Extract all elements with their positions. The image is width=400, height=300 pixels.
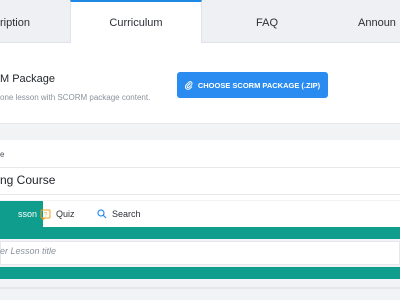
tab-lesson[interactable]: sson (0, 201, 43, 227)
tab-search[interactable]: Search (97, 201, 141, 227)
course-name-value: ng Course (0, 173, 56, 187)
tab-announcements[interactable]: Announ (358, 0, 396, 42)
quiz-icon: ? (40, 209, 51, 220)
paperclip-icon (184, 80, 193, 90)
tab-search-label: Search (112, 209, 141, 219)
tab-curriculum[interactable]: Curriculum (70, 0, 202, 43)
tab-description[interactable]: ription (0, 0, 30, 42)
tab-quiz[interactable]: ? Quiz (40, 201, 75, 227)
lesson-title-input[interactable] (0, 241, 400, 265)
lesson-header-bar (0, 227, 400, 239)
lesson-title-placeholder: er Lesson title (0, 246, 57, 256)
scorm-description: one lesson with SCORM package content. (0, 93, 151, 102)
svg-text:?: ? (44, 212, 48, 218)
course-name-field[interactable] (0, 167, 400, 195)
lesson-footer-bar (0, 267, 400, 279)
tab-faq[interactable]: FAQ (256, 0, 278, 42)
tab-quiz-label: Quiz (56, 209, 75, 219)
tab-lesson-label: sson (17, 209, 37, 219)
course-tabs-bar: ription Curriculum FAQ Announ (0, 0, 400, 43)
divider (0, 287, 400, 289)
choose-scorm-label: CHOOSE SCORM PACKAGE (.ZIP) (197, 80, 321, 90)
search-icon (97, 209, 107, 219)
scorm-title: M Package (0, 73, 56, 85)
choose-scorm-package-button[interactable]: CHOOSE SCORM PACKAGE (.ZIP) (177, 72, 328, 98)
course-field-label: e (0, 150, 5, 159)
